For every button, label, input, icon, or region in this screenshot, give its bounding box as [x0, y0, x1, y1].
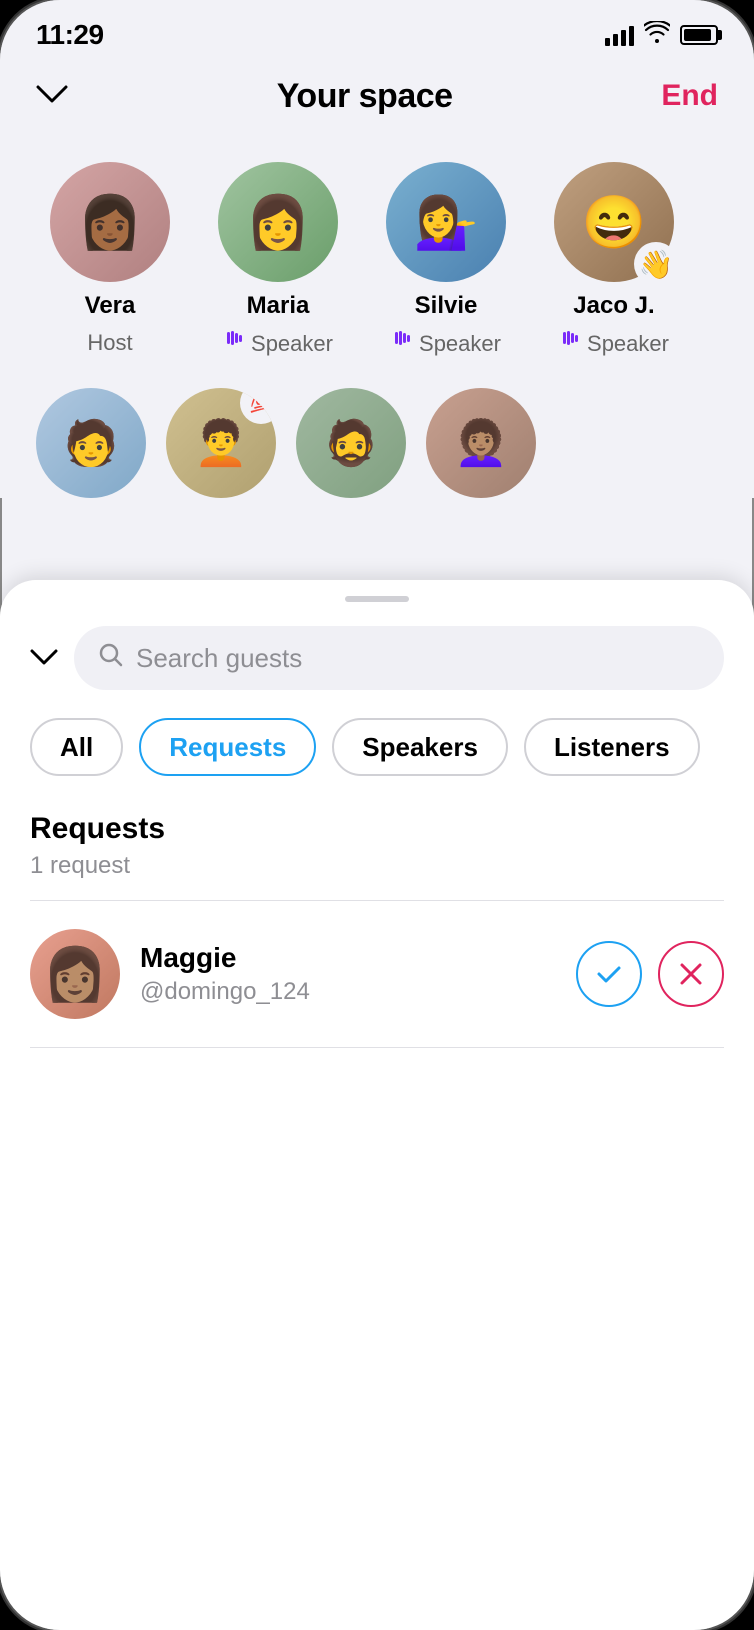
speaker-name-maria: Maria — [247, 292, 310, 320]
speaker-label-maria: Speaker — [251, 331, 333, 357]
speaker-item-maria: 👩 Maria Speaker — [204, 162, 352, 358]
mic-icon-jaco — [559, 330, 581, 358]
search-box[interactable]: Search guests — [74, 626, 724, 690]
collapse-chevron-icon[interactable] — [36, 80, 68, 112]
maggie-name: Maggie — [140, 942, 556, 974]
speaker-role-jaco: Speaker — [559, 330, 669, 358]
status-bar: 11:29 — [0, 0, 754, 60]
speaker-name-vera: Vera — [85, 292, 136, 320]
listener-avatar-a: 🧑 — [36, 388, 146, 498]
tab-all[interactable]: All — [30, 718, 123, 776]
mic-icon-silvie — [391, 330, 413, 358]
bottom-divider — [30, 1047, 724, 1048]
requests-count: 1 request — [30, 852, 724, 880]
speaker-role-maria: Speaker — [223, 330, 333, 358]
wave-badge-jaco: 👋 — [634, 242, 678, 286]
maggie-info: Maggie @domingo_124 — [140, 942, 556, 1006]
status-icons — [605, 21, 718, 49]
accept-button[interactable] — [576, 941, 642, 1007]
speaker-role-vera: Host — [87, 330, 132, 356]
speaker-name-silvie: Silvie — [415, 292, 478, 320]
speaker-name-jaco: Jaco J. — [573, 292, 654, 320]
listeners-row: 🧑 🧑‍🦱 💯 🧔 👩🏽‍🦱 — [0, 378, 754, 498]
listener-avatar-c: 🧔 — [296, 388, 406, 498]
host-label: Host — [87, 330, 132, 356]
request-item-maggie: 👩🏽 Maggie @domingo_124 — [0, 901, 754, 1047]
tab-listeners[interactable]: Listeners — [524, 718, 700, 776]
speaker-label-silvie: Speaker — [419, 331, 501, 357]
speaker-item-silvie: 💁‍♀️ Silvie Speaker — [372, 162, 520, 358]
maggie-handle: @domingo_124 — [140, 978, 556, 1006]
mic-icon-maria — [223, 330, 245, 358]
avatar-maria: 👩 — [218, 162, 338, 282]
tab-speakers[interactable]: Speakers — [332, 718, 508, 776]
speaker-item-vera: 👩🏾 Vera Host — [36, 162, 184, 358]
avatar-vera: 👩🏾 — [50, 162, 170, 282]
search-placeholder: Search guests — [136, 643, 302, 674]
listener-avatar-d: 👩🏽‍🦱 — [426, 388, 536, 498]
speakers-area: 👩🏾 Vera Host 👩 Maria — [0, 132, 754, 378]
status-time: 11:29 — [36, 19, 104, 51]
end-button[interactable]: End — [661, 79, 718, 113]
signal-bars-icon — [605, 24, 634, 46]
space-title: Your space — [277, 77, 453, 116]
wifi-icon — [644, 21, 670, 49]
speaker-label-jaco: Speaker — [587, 331, 669, 357]
top-nav: Your space End — [0, 60, 754, 132]
listener-avatar-b: 🧑‍🦱 💯 — [166, 388, 276, 498]
sheet-collapse-icon[interactable] — [30, 643, 58, 674]
requests-section: Requests 1 request — [0, 788, 754, 901]
battery-icon — [680, 25, 718, 45]
search-icon — [98, 642, 124, 675]
phone-frame: 11:29 — [0, 0, 754, 1630]
maggie-avatar: 👩🏽 — [30, 929, 120, 1019]
speaker-item-jaco: 😄 👋 Jaco J. Speaker — [540, 162, 688, 358]
maggie-actions — [576, 941, 724, 1007]
tabs-row: All Requests Speakers Listeners — [0, 706, 754, 788]
sheet-header: Search guests — [0, 602, 754, 706]
tab-requests[interactable]: Requests — [139, 718, 316, 776]
speaker-role-silvie: Speaker — [391, 330, 501, 358]
bottom-sheet: Search guests All Requests Speakers List… — [0, 580, 754, 1630]
reject-button[interactable] — [658, 941, 724, 1007]
requests-title: Requests — [30, 812, 724, 846]
avatar-silvie: 💁‍♀️ — [386, 162, 506, 282]
